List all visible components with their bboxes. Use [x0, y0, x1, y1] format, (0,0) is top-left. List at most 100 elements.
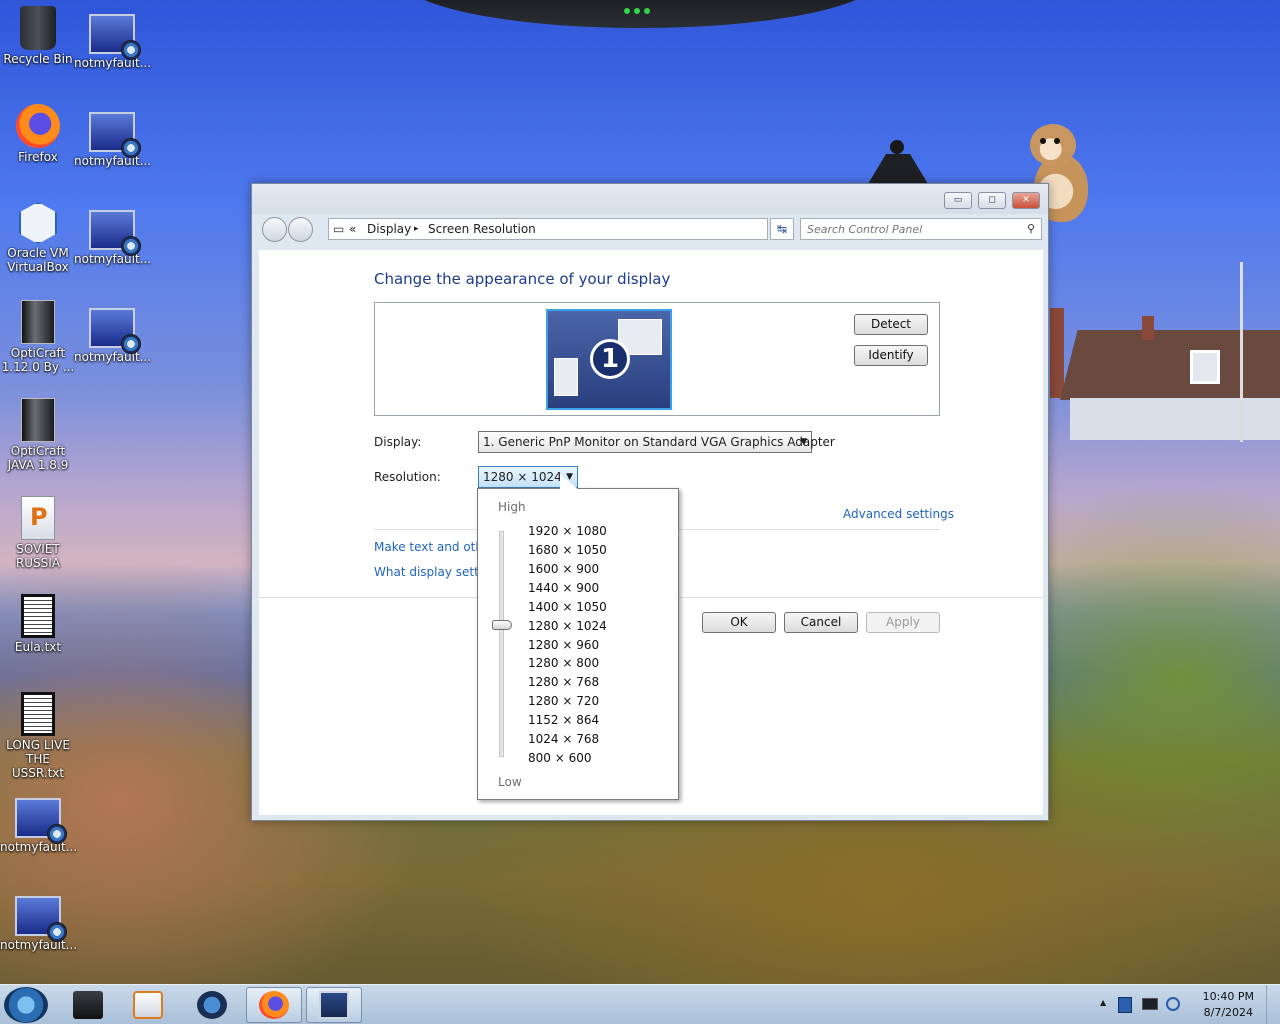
display-select[interactable]: 1. Generic PnP Monitor on Standard VGA G…	[478, 431, 835, 453]
desktop-icon-notmyfault[interactable]: notmyfault...	[74, 210, 152, 266]
page-title: Change the appearance of your display	[374, 270, 671, 288]
resolution-option[interactable]: 1680 × 1050	[528, 543, 607, 557]
resolution-option[interactable]: 1600 × 900	[528, 562, 599, 576]
display-settings-icon	[319, 991, 349, 1019]
desktop-icon-notmyfault[interactable]: notmyfault...	[0, 896, 78, 952]
desktop-icon-label: notmyfault...	[74, 350, 152, 364]
desktop-icon-firefox[interactable]: Firefox	[0, 104, 76, 164]
tray-app-icon[interactable]	[1118, 997, 1132, 1013]
system-tray: ▲ 10:40 PM 8/7/2024	[1090, 985, 1280, 1024]
resolution-option[interactable]: 1280 × 768	[528, 675, 599, 689]
network-icon[interactable]	[1142, 998, 1158, 1010]
apply-button[interactable]: Apply	[866, 612, 940, 633]
desktop-icon-notmyfault[interactable]: notmyfault...	[74, 308, 152, 364]
monitor-1-tile[interactable]: 1	[546, 309, 672, 410]
display-label: Display:	[374, 435, 422, 449]
display-select-value: 1. Generic PnP Monitor on Standard VGA G…	[483, 435, 835, 449]
resolution-slider-track[interactable]	[499, 531, 504, 757]
search-input[interactable]	[807, 220, 1017, 238]
desktop-icon-notmyfault[interactable]: notmyfault...	[74, 14, 152, 70]
start-button[interactable]	[4, 987, 48, 1023]
text-file-icon	[21, 692, 55, 736]
resolution-option[interactable]: 1024 × 768	[528, 732, 599, 746]
refresh-button[interactable]: ↹	[770, 218, 794, 240]
taskbar-item-firefox[interactable]	[246, 987, 302, 1023]
notmyfault-icon	[89, 112, 141, 158]
resolution-option[interactable]: 1280 × 720	[528, 694, 599, 708]
desktop-icon-opticraft-java[interactable]: OptiCraft JAVA 1.8.9	[0, 398, 76, 472]
forward-button[interactable]	[288, 217, 313, 242]
slider-low-label: Low	[498, 775, 522, 789]
taskbar-item-control-panel[interactable]	[306, 987, 362, 1023]
media-player-icon	[133, 991, 163, 1019]
opticraft-icon	[21, 300, 55, 344]
desktop-icon-soviet-russia[interactable]: SOVIET RUSSIA	[0, 496, 76, 570]
address-bar[interactable]: ▭ « Display ▸ Screen Resolution ▾	[328, 218, 825, 240]
back-button[interactable]	[262, 217, 287, 242]
monitor-number: 1	[590, 339, 630, 379]
wallpaper-house	[1050, 308, 1280, 440]
soviet-russia-icon	[21, 496, 55, 540]
clock[interactable]: 10:40 PM 8/7/2024	[1203, 989, 1254, 1021]
desktop-icon-label: Eula.txt	[14, 640, 62, 654]
volume-icon[interactable]	[1166, 997, 1180, 1011]
breadcrumb-display[interactable]: Display	[367, 222, 411, 236]
show-desktop-button[interactable]	[1266, 985, 1280, 1024]
desktop-icon-virtualbox[interactable]: Oracle VM VirtualBox	[0, 202, 76, 274]
search-box[interactable]: ⚲	[800, 218, 1042, 240]
breadcrumb-separator: ▸	[414, 224, 419, 234]
resolution-option[interactable]: 1280 × 960	[528, 638, 599, 652]
desktop-icon-recycle-bin[interactable]: Recycle Bin	[0, 6, 76, 66]
text-file-icon	[21, 594, 55, 638]
resolution-option[interactable]: 1440 × 900	[528, 581, 599, 595]
notmyfault-icon	[89, 308, 141, 354]
resolution-option[interactable]: 1400 × 1050	[528, 600, 607, 614]
firefox-icon	[259, 991, 289, 1019]
search-icon[interactable]: ⚲	[1027, 222, 1035, 235]
resolution-slider-thumb[interactable]	[492, 620, 512, 630]
window-thumbnail-icon	[554, 358, 578, 396]
notmyfault-icon	[15, 896, 67, 942]
desktop-icon-opticraft[interactable]: OptiCraft 1.12.0 By ...	[0, 300, 76, 374]
wallpaper-flagpole	[1240, 262, 1243, 442]
breadcrumb-screen-resolution[interactable]: Screen Resolution	[428, 222, 536, 236]
desktop-icon-label: notmyfault...	[74, 252, 152, 266]
taskbar-item-folder[interactable]	[60, 987, 116, 1023]
taskbar-item-media-player[interactable]	[120, 987, 176, 1023]
breadcrumb-overflow[interactable]: «	[349, 222, 356, 236]
advanced-settings-link[interactable]: Advanced settings	[843, 507, 954, 521]
ok-button[interactable]: OK	[702, 612, 776, 633]
desktop-icon-label: Recycle Bin	[3, 52, 73, 66]
desktop-icon-label: notmyfault...	[74, 56, 152, 70]
monitor-preview-area: 1 Detect Identify	[374, 302, 940, 416]
cancel-button[interactable]: Cancel	[784, 612, 858, 633]
resolution-option[interactable]: 1280 × 800	[528, 656, 599, 670]
detect-button[interactable]: Detect	[854, 314, 928, 335]
desktop-icon-notmyfault[interactable]: notmyfault...	[74, 112, 152, 168]
window-titlebar[interactable]: ▭ ◻ ✕	[252, 184, 1048, 214]
close-button[interactable]: ✕	[1012, 192, 1040, 209]
resolution-option[interactable]: 800 × 600	[528, 751, 592, 765]
desktop-icon-label: notmyfault...	[0, 938, 78, 952]
taskbar-item-globe[interactable]	[184, 987, 240, 1023]
desktop-icon-label: SOVIET RUSSIA	[15, 542, 61, 570]
desktop-icon-label: Oracle VM VirtualBox	[7, 246, 69, 274]
notmyfault-icon	[89, 210, 141, 256]
resolution-select-value: 1280 × 1024	[483, 470, 562, 484]
desktop-icon-long-live-ussr[interactable]: LONG LIVE THE USSR.txt	[0, 692, 76, 780]
desktop-icon-notmyfault[interactable]: notmyfault...	[0, 798, 77, 854]
desktop-icon-label: Firefox	[18, 150, 58, 164]
minimize-button[interactable]: ▭	[944, 192, 972, 209]
resolution-option[interactable]: 1152 × 864	[528, 713, 599, 727]
desktop-icon-label: notmyfault...	[74, 154, 152, 168]
wallpaper-lighthouse	[868, 140, 928, 184]
notmyfault-icon	[15, 798, 67, 844]
identify-button[interactable]: Identify	[854, 345, 928, 366]
resolution-label: Resolution:	[374, 470, 441, 484]
maximize-button[interactable]: ◻	[978, 192, 1006, 209]
tray-overflow-icon[interactable]: ▲	[1100, 998, 1106, 1007]
resolution-option[interactable]: 1920 × 1080	[528, 524, 607, 538]
resolution-option-selected[interactable]: 1280 × 1024	[528, 619, 607, 633]
desktop-icon-eula[interactable]: Eula.txt	[0, 594, 76, 654]
text-size-link[interactable]: Make text and othe	[374, 540, 490, 554]
